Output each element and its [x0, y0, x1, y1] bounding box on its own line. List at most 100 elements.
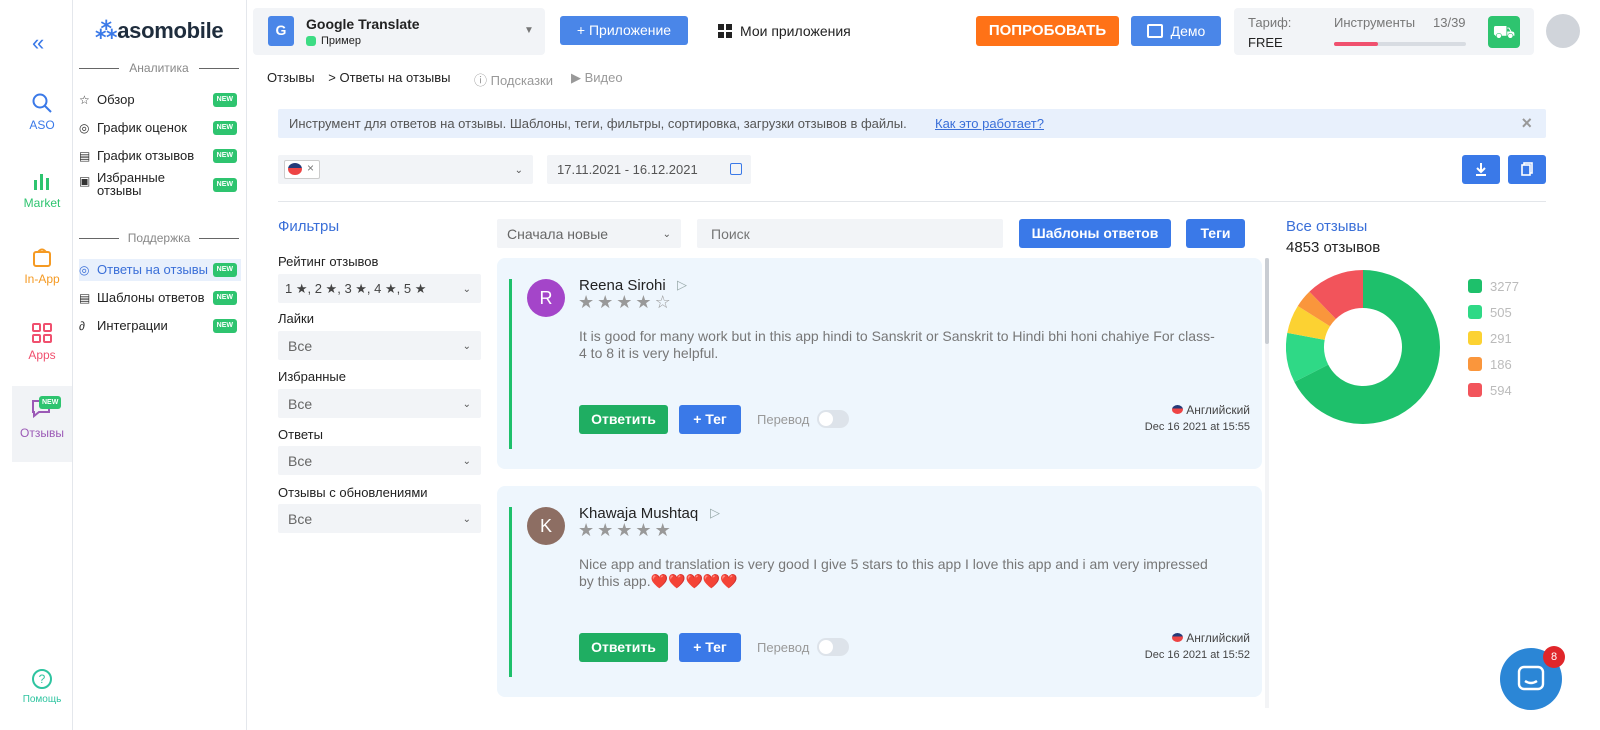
- sidebar-item-overview[interactable]: ☆ Обзор NEW: [79, 89, 241, 111]
- sidebar-item-favorite-reviews[interactable]: ▣ Избранные отзывы NEW: [79, 171, 241, 201]
- collapse-icon[interactable]: «: [32, 30, 44, 56]
- chevron-down-icon: ⌄: [514, 164, 523, 176]
- add-app-button[interactable]: + Приложение: [560, 16, 688, 45]
- language-label: Английский: [1186, 403, 1250, 417]
- rating-filter-select[interactable]: 1 ★, 2 ★, 3 ★, 4 ★, 5 ★ ⌄: [278, 274, 481, 303]
- user-avatar[interactable]: [1546, 14, 1580, 48]
- remove-chip-icon[interactable]: ×: [307, 161, 314, 175]
- chat-widget-button[interactable]: 8: [1500, 646, 1565, 710]
- legend-item-2[interactable]: 186: [1468, 357, 1512, 372]
- add-tag-button[interactable]: + Тег: [679, 633, 741, 662]
- rail-label-reviews: Отзывы: [20, 426, 64, 440]
- reviews-scrollbar[interactable]: [1265, 258, 1269, 708]
- tools-count: 13/39: [1433, 15, 1466, 30]
- translate-toggle[interactable]: [817, 638, 849, 656]
- rating-chart-icon: ◎: [79, 121, 90, 135]
- help-icon: ?: [32, 669, 52, 689]
- search-input[interactable]: [697, 219, 1003, 248]
- sidebar-item-reviews-chart[interactable]: ▤ График отзывов NEW: [79, 145, 241, 167]
- sidebar-item-label: Интеграции: [97, 318, 168, 333]
- avatar: K: [527, 507, 565, 545]
- tariff-label: Тариф:: [1248, 15, 1292, 30]
- reply-button[interactable]: Ответить: [579, 633, 668, 662]
- download-icon: [1476, 163, 1486, 176]
- review-language: Английский: [1172, 403, 1250, 417]
- sidebar-item-label: График оценок: [97, 120, 187, 135]
- sort-value: Сначала новые: [507, 226, 609, 242]
- favorites-filter-select[interactable]: Все ⌄: [278, 389, 481, 418]
- sidebar-item-label: График отзывов: [97, 148, 195, 163]
- new-badge: NEW: [212, 149, 237, 163]
- tools-progress-track: [1334, 42, 1466, 46]
- review-text: Nice app and translation is very good I …: [579, 556, 1208, 589]
- legend-item-1[interactable]: 594: [1468, 383, 1512, 398]
- tags-button[interactable]: Теги: [1186, 219, 1245, 248]
- new-badge: NEW: [212, 93, 237, 107]
- copy-button[interactable]: [1508, 155, 1546, 184]
- reply-button[interactable]: Ответить: [579, 405, 668, 434]
- chat-bubble-icon: [1517, 665, 1545, 691]
- date-range-picker[interactable]: 17.11.2021 - 16.12.2021: [547, 155, 751, 184]
- cart-icon[interactable]: ⛟: [1488, 16, 1520, 48]
- rail-item-market[interactable]: Market: [12, 170, 72, 210]
- sidebar-item-label: Обзор: [97, 92, 135, 107]
- answer-templates-button[interactable]: Шаблоны ответов: [1019, 219, 1171, 248]
- sidebar-item-ratings-chart[interactable]: ◎ График оценок NEW: [79, 117, 241, 139]
- shopping-bag-icon: [33, 248, 51, 267]
- answers-filter-select[interactable]: Все ⌄: [278, 446, 481, 475]
- sidebar-item-answer-templates[interactable]: ▤ Шаблоны ответов NEW: [79, 287, 241, 309]
- star-icon: ★: [578, 292, 595, 312]
- sidebar-item-integrations[interactable]: ∂ Интеграции NEW: [79, 315, 241, 337]
- review-accent-bar: [509, 279, 512, 449]
- legend-item-3[interactable]: 291: [1468, 331, 1512, 346]
- scrollbar-thumb[interactable]: [1265, 258, 1269, 344]
- info-bar: Инструмент для ответов на отзывы. Шаблон…: [278, 109, 1546, 138]
- download-button[interactable]: [1462, 155, 1500, 184]
- legend-label: 186: [1490, 357, 1512, 372]
- close-icon[interactable]: ×: [1521, 113, 1532, 134]
- empty-star-icon: ☆: [654, 292, 671, 312]
- rail-label-aso: ASO: [29, 118, 55, 132]
- rail-item-help[interactable]: ? Помощь: [12, 668, 72, 705]
- favorites-filter-label: Избранные: [278, 369, 346, 384]
- my-apps-link[interactable]: Мои приложения: [718, 23, 851, 39]
- hints-label: Подсказки: [490, 73, 553, 88]
- chevron-down-icon: ⌄: [462, 340, 471, 352]
- hints-link[interactable]: ⓘ Подсказки: [474, 70, 553, 89]
- country-select[interactable]: × ⌄: [278, 155, 533, 184]
- video-link[interactable]: ▶ Видео: [571, 70, 623, 86]
- translate-label: Перевод: [757, 412, 810, 427]
- add-tag-button[interactable]: + Тег: [679, 405, 741, 434]
- avatar: R: [527, 279, 565, 317]
- chevron-down-icon: ⌄: [462, 455, 471, 467]
- sort-select[interactable]: Сначала новые ⌄: [497, 219, 681, 248]
- likes-filter-label: Лайки: [278, 311, 314, 326]
- translate-toggle[interactable]: [817, 410, 849, 428]
- legend-item-4[interactable]: 505: [1468, 305, 1512, 320]
- app-selector[interactable]: G Google Translate Пример ▼: [253, 8, 545, 55]
- updates-filter-select[interactable]: Все ⌄: [278, 504, 481, 533]
- legend-item-5[interactable]: 3277: [1468, 279, 1519, 294]
- star-icon: ★: [597, 292, 614, 312]
- breadcrumb-current: > Ответы на отзывы: [328, 70, 451, 85]
- rail-item-reviews[interactable]: Отзывы NEW: [12, 386, 72, 462]
- logo[interactable]: ⁂asomobile: [95, 18, 224, 44]
- svg-text:?: ?: [39, 672, 46, 686]
- breadcrumb-root[interactable]: Отзывы: [267, 70, 315, 85]
- updates-filter-label: Отзывы с обновлениями: [278, 485, 428, 500]
- info-link[interactable]: Как это работает?: [935, 116, 1044, 131]
- rail-item-aso[interactable]: ASO: [12, 92, 72, 132]
- chevron-down-icon: ⌄: [662, 228, 671, 240]
- review-stars: ★ ★ ★ ★ ☆: [578, 292, 674, 313]
- tariff-panel: Тариф: FREE Инструменты 13/39 ⛟: [1234, 8, 1534, 55]
- filters-title: Фильтры: [278, 218, 340, 235]
- app-subtitle: Пример: [321, 35, 361, 47]
- sidebar-item-review-answers[interactable]: ◎ Ответы на отзывы NEW: [79, 259, 241, 281]
- likes-filter-select[interactable]: Все ⌄: [278, 331, 481, 360]
- demo-button[interactable]: Демо: [1131, 16, 1221, 46]
- try-button[interactable]: ПОПРОБОВАТЬ: [976, 16, 1119, 46]
- rail-item-apps[interactable]: Apps: [12, 322, 72, 362]
- legend-swatch: [1468, 357, 1482, 371]
- rail-item-inapp[interactable]: In-App: [12, 246, 72, 286]
- review-card: K Khawaja Mushtaq ▷ ★ ★ ★ ★ ★ Nice app and t…: [497, 486, 1262, 697]
